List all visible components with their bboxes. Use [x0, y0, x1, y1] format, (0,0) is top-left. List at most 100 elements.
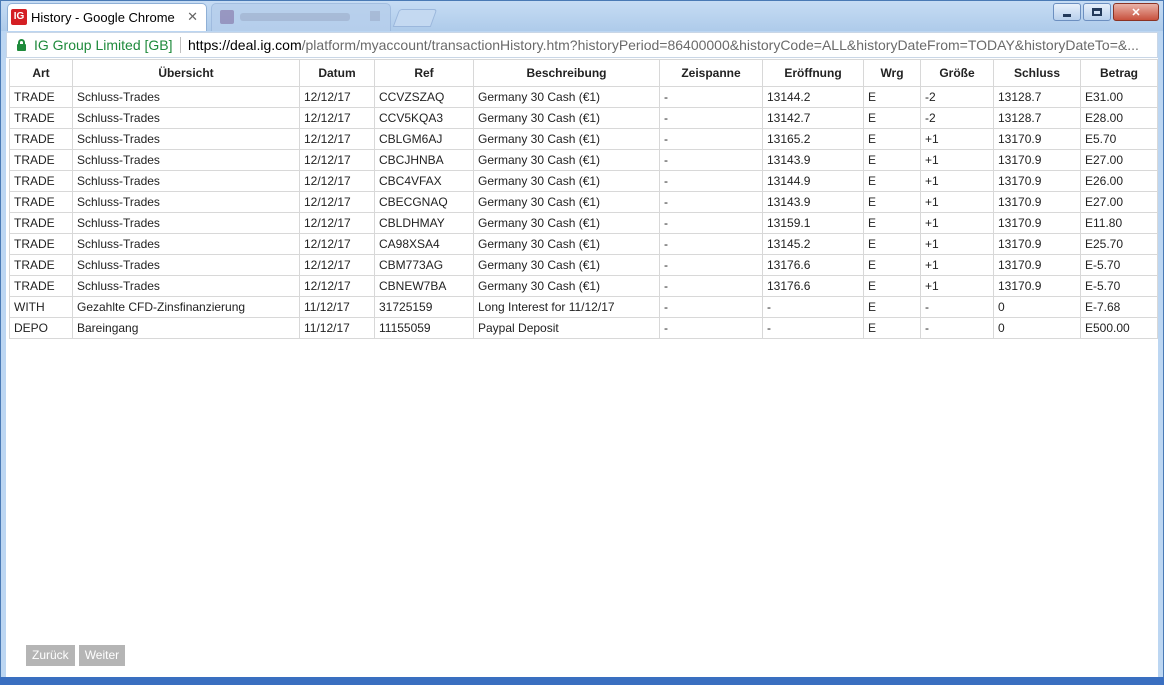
table-cell: 13145.2: [762, 233, 864, 255]
table-cell: 13170.9: [993, 233, 1081, 255]
table-cell: Schluss-Trades: [72, 275, 300, 297]
url-path: /platform/myaccount/transactionHistory.h…: [301, 37, 1139, 53]
table-cell: 13159.1: [762, 212, 864, 234]
blurred-favicon-icon: [220, 10, 234, 24]
table-row: TRADE Schluss-Trades 12/12/17 CA98XSA4 Germa…: [9, 233, 1158, 255]
table-cell: CCV5KQA3: [374, 107, 474, 129]
table-cell: CA98XSA4: [374, 233, 474, 255]
blurred-close-icon[interactable]: [370, 11, 380, 21]
table-cell: -: [920, 317, 994, 339]
next-button[interactable]: Weiter: [78, 645, 126, 666]
table-cell: Schluss-Trades: [72, 86, 300, 108]
column-header: Schluss: [993, 59, 1081, 87]
table-cell: TRADE: [9, 86, 73, 108]
table-cell: +1: [920, 275, 994, 297]
table-cell: CBCJHNBA: [374, 149, 474, 171]
column-header: Betrag: [1080, 59, 1158, 87]
table-cell: 13170.9: [993, 254, 1081, 276]
table-cell: 12/12/17: [299, 128, 375, 150]
lock-icon[interactable]: [17, 39, 26, 51]
table-cell: Long Interest for 11/12/17: [473, 296, 660, 318]
table-cell: 13176.6: [762, 254, 864, 276]
table-cell: Germany 30 Cash (€1): [473, 107, 660, 129]
maximize-button[interactable]: [1083, 3, 1111, 21]
new-tab-button[interactable]: [392, 9, 438, 27]
table-cell: 12/12/17: [299, 170, 375, 192]
table-cell: Paypal Deposit: [473, 317, 660, 339]
column-header: Wrg: [863, 59, 921, 87]
table-cell: 12/12/17: [299, 275, 375, 297]
table-cell: TRADE: [9, 107, 73, 129]
table-cell: E: [863, 149, 921, 171]
column-header: Ref: [374, 59, 474, 87]
table-row: TRADE Schluss-Trades 12/12/17 CBLGM6AJ Germa…: [9, 128, 1158, 150]
maximize-icon: [1092, 8, 1102, 16]
close-window-button[interactable]: ✕: [1113, 3, 1159, 21]
table-cell: Germany 30 Cash (€1): [473, 275, 660, 297]
table-cell: 13170.9: [993, 191, 1081, 213]
table-cell: +1: [920, 149, 994, 171]
column-header: Art: [9, 59, 73, 87]
table-row: DEPO Bareingang 11/12/17 11155059 Paypal Dep…: [9, 317, 1158, 339]
minimize-button[interactable]: [1053, 3, 1081, 21]
tab-title: History - Google Chrome: [31, 10, 175, 25]
tab-history[interactable]: IG History - Google Chrome ✕: [7, 3, 207, 31]
table-cell: E: [863, 275, 921, 297]
table-cell: -: [659, 233, 763, 255]
table-cell: 13176.6: [762, 275, 864, 297]
table-cell: +1: [920, 233, 994, 255]
table-cell: E: [863, 191, 921, 213]
table-row: TRADE Schluss-Trades 12/12/17 CBM773AG Germa…: [9, 254, 1158, 276]
column-header: Übersicht: [72, 59, 300, 87]
column-header: Beschreibung: [473, 59, 660, 87]
back-button[interactable]: Zurück: [26, 645, 75, 666]
table-cell: 13128.7: [993, 86, 1081, 108]
table-row: TRADE Schluss-Trades 12/12/17 CBECGNAQ Germa…: [9, 191, 1158, 213]
table-cell: Schluss-Trades: [72, 254, 300, 276]
tab-background[interactable]: [211, 3, 391, 31]
table-cell: 13128.7: [993, 107, 1081, 129]
table-cell: -: [762, 317, 864, 339]
table-cell: E26.00: [1080, 170, 1158, 192]
table-cell: TRADE: [9, 170, 73, 192]
taskbar-strip: [0, 677, 1164, 685]
table-cell: Germany 30 Cash (€1): [473, 170, 660, 192]
table-cell: CBNEW7BA: [374, 275, 474, 297]
tab-close-icon[interactable]: ✕: [187, 9, 198, 25]
table-cell: E11.80: [1080, 212, 1158, 234]
table-cell: 13170.9: [993, 128, 1081, 150]
table-row: TRADE Schluss-Trades 12/12/17 CCV5KQA3 Germa…: [9, 107, 1158, 129]
table-cell: Gezahlte CFD-Zinsfinanzierung: [72, 296, 300, 318]
table-cell: 13144.9: [762, 170, 864, 192]
table-cell: Bareingang: [72, 317, 300, 339]
column-header: Eröffnung: [762, 59, 864, 87]
table-cell: 12/12/17: [299, 107, 375, 129]
table-cell: E: [863, 317, 921, 339]
table-cell: E: [863, 170, 921, 192]
site-identity[interactable]: IG Group Limited [GB]: [34, 37, 173, 53]
table-cell: Germany 30 Cash (€1): [473, 254, 660, 276]
table-cell: -: [920, 296, 994, 318]
table-cell: +1: [920, 254, 994, 276]
table-cell: -: [659, 191, 763, 213]
table-cell: TRADE: [9, 233, 73, 255]
table-cell: E25.70: [1080, 233, 1158, 255]
table-cell: 12/12/17: [299, 212, 375, 234]
close-icon: ✕: [1131, 6, 1141, 19]
page-content: Art Übersicht Datum Ref Beschreibung Zeispann…: [6, 58, 1158, 678]
table-cell: Schluss-Trades: [72, 212, 300, 234]
table-row: WITH Gezahlte CFD-Zinsfinanzierung 11/12/1…: [9, 296, 1158, 318]
table-cell: -: [762, 296, 864, 318]
table-cell: WITH: [9, 296, 73, 318]
table-cell: TRADE: [9, 128, 73, 150]
url-text[interactable]: https://deal.ig.com/platform/myaccount/t…: [188, 37, 1154, 53]
table-cell: E27.00: [1080, 191, 1158, 213]
table-cell: E31.00: [1080, 86, 1158, 108]
table-cell: Schluss-Trades: [72, 191, 300, 213]
table-cell: +1: [920, 191, 994, 213]
table-cell: 13170.9: [993, 275, 1081, 297]
address-bar[interactable]: IG Group Limited [GB] https://deal.ig.co…: [6, 32, 1158, 58]
pagination: Zurück Weiter: [26, 645, 126, 666]
table-cell: 13144.2: [762, 86, 864, 108]
table-cell: Germany 30 Cash (€1): [473, 212, 660, 234]
